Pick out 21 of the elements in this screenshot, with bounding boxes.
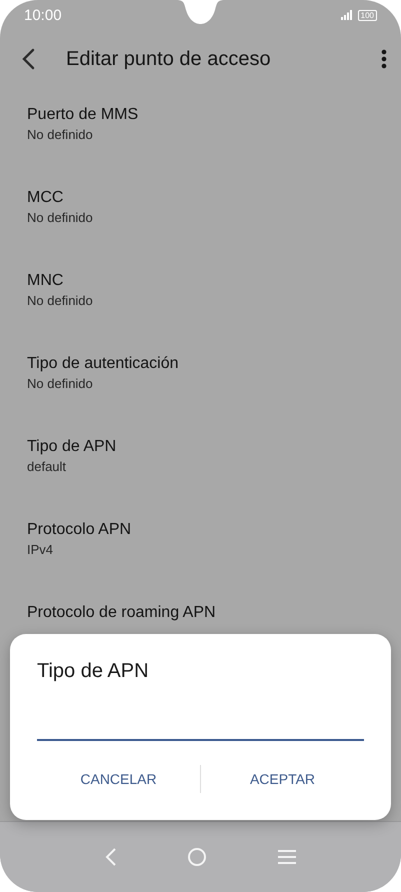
setting-title[interactable]: Tipo de autenticación [27,354,179,374]
setting-title[interactable]: Protocolo de roaming APN [27,603,216,623]
setting-value: No definido [27,375,93,393]
dialog-title: Tipo de APN [37,660,149,683]
setting-title[interactable]: Puerto de MMS [27,105,138,125]
setting-value: IPv4 [27,541,54,559]
clock: 10:00 [24,6,62,24]
setting-value: No definido [27,209,93,227]
setting-title[interactable]: MNC [27,271,64,291]
dialog-button[interactable]: CANCELAR [37,763,200,795]
setting-title[interactable]: Tipo de APN [27,437,116,457]
more-options-icon[interactable] [381,49,387,69]
setting-value: No definido [27,292,93,310]
setting-title[interactable]: Protocolo APN [27,520,132,540]
setting-value: No definido [27,126,93,144]
signal-icon [340,10,353,20]
page-title: Editar punto de acceso [66,48,272,70]
setting-value: default [27,458,66,476]
dialog-button[interactable]: ACEPTAR [201,763,364,795]
battery-level: 100 [358,10,377,20]
setting-title[interactable]: MCC [27,188,64,208]
